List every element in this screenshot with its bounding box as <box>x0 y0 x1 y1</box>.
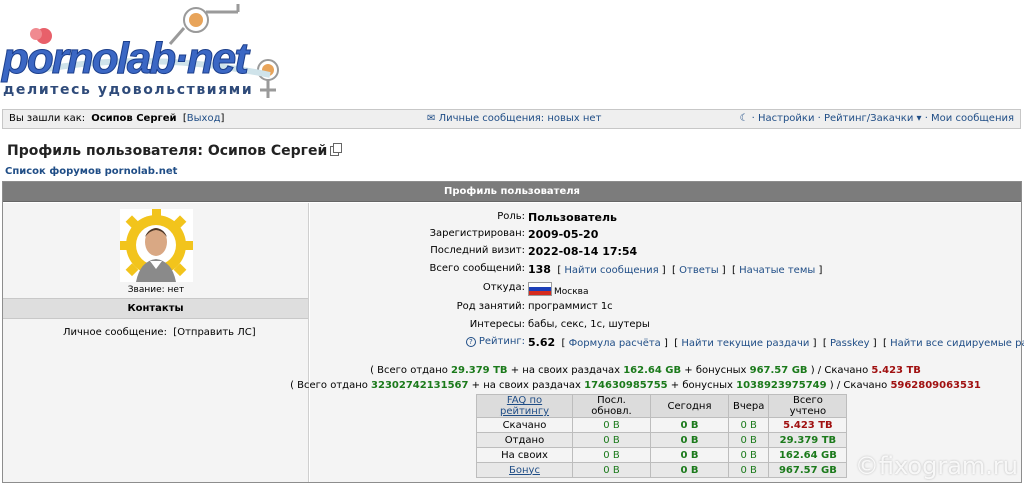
copy-icon[interactable] <box>330 143 343 156</box>
pm-label: Личное сообщение: <box>63 327 167 338</box>
envelope-icon: ✉ <box>427 113 436 124</box>
own-uploaded-raw: 174630985755 <box>584 380 668 391</box>
total-uploaded: 29.379 TB <box>451 365 508 376</box>
pm-row: Личное сообщение: [Отправить ЛС] <box>63 327 256 338</box>
current-releases-link[interactable]: Найти текущие раздачи <box>681 338 809 349</box>
site-logo[interactable]: pornolab·net делитесь удовольствиями <box>0 0 300 104</box>
total-uploaded-raw: 32302742131567 <box>371 380 469 391</box>
profile-sidebar: Звание: нет Контакты Личное сообщение: [… <box>3 203 309 482</box>
col-last-update: Посл. обновл. <box>572 394 651 418</box>
forum-list-link[interactable]: Список форумов pornolab.net <box>5 166 177 177</box>
avatar <box>120 209 193 282</box>
col-today: Сегодня <box>650 394 729 418</box>
user-menu: ☾ · Настройки · Рейтинг/Закачки ▾ · Мои … <box>739 113 1014 124</box>
faq-rating-link[interactable]: FAQ по рейтингу <box>500 395 549 417</box>
rating-row: ? Рейтинг: 5.62 [ Формула расчёта ] [ Най… <box>310 336 1024 352</box>
answers-link[interactable]: Ответы <box>679 265 718 276</box>
profile-table: Профиль пользователя Звание: нет Контакт… <box>2 181 1024 483</box>
total-downloaded-raw: 5962809063531 <box>890 380 981 391</box>
passkey-link[interactable]: Passkey <box>830 338 870 349</box>
user-bar: Вы зашли как: Осипов Сергей [Выход] ✉ Лич… <box>2 109 1021 129</box>
bonus-link[interactable]: Бонус <box>509 465 540 476</box>
location-row: Откуда: Москва <box>310 282 1021 298</box>
last-visit-value: 2022-08-14 17:54 <box>528 245 638 258</box>
own-uploaded: 162.64 GB <box>623 365 682 376</box>
interests-value: бабы, секс, 1с, шутеры <box>528 319 650 330</box>
user-rank: Звание: нет <box>127 285 185 295</box>
registered-label: Зарегистрирован: <box>429 228 525 239</box>
page-title: Профиль пользователя: Осипов Сергей <box>7 143 343 159</box>
last-visit-row: Последний визит: 2022-08-14 17:54 <box>310 245 1021 261</box>
row-label: Отдано <box>476 432 573 448</box>
bonus-uploaded-raw: 1038923975749 <box>736 380 827 391</box>
col-yesterday: Вчера <box>727 394 770 418</box>
interests-row: Интересы: бабы, секс, 1с, шутеры <box>310 319 1021 335</box>
location-value: Москва <box>554 287 589 297</box>
logo-tagline: делитесь удовольствиями <box>3 82 254 98</box>
role-row: Роль: Пользователь <box>310 211 1021 227</box>
totals-raw: ( Всего отдано 32302742131567 + на своих… <box>290 380 981 391</box>
role-value: Пользователь <box>528 211 617 224</box>
private-messages-link[interactable]: Личные сообщения: новых нет <box>439 113 602 124</box>
logo-text: pornolab·net <box>2 34 250 84</box>
total-downloaded: 5.423 TB <box>871 365 921 376</box>
logout-link[interactable]: Выход <box>187 113 221 124</box>
occupation-value: программист 1с <box>528 301 613 312</box>
row-label: На своих <box>476 447 573 463</box>
row-label: Скачано <box>476 417 573 433</box>
interests-label: Интересы: <box>469 319 525 330</box>
logged-as-label: Вы зашли как: <box>9 113 86 124</box>
rating-label[interactable]: Рейтинг: <box>479 336 525 347</box>
page-title-text: Профиль пользователя: Осипов Сергей <box>7 143 328 159</box>
registered-value: 2009-05-20 <box>528 228 599 241</box>
last-visit-label: Последний визит: <box>430 245 525 256</box>
profile-header: Профиль пользователя <box>3 182 1021 202</box>
registered-row: Зарегистрирован: 2009-05-20 <box>310 228 1021 244</box>
rating-stats-table: FAQ по рейтингу Посл. обновл. Сегодня Вч… <box>476 394 848 478</box>
role-label: Роль: <box>497 211 525 222</box>
totals-formatted: ( Всего отдано 29.379 TB + на своих разд… <box>370 365 921 376</box>
posts-value: 138 <box>528 263 551 276</box>
seeding-link[interactable]: Найти все сидируемые раздачи <box>890 338 1024 349</box>
rating-value: 5.62 <box>528 336 556 349</box>
location-label: Откуда: <box>482 282 525 293</box>
send-pm-link[interactable]: Отправить ЛС <box>177 327 252 338</box>
posts-label: Всего сообщений: <box>429 263 525 274</box>
formula-link[interactable]: Формула расчёта <box>569 338 661 349</box>
username: Осипов Сергей <box>91 113 177 124</box>
table-row: Бонус 0 B 0 B 0 B 967.57 GB <box>476 462 848 478</box>
contacts-header: Контакты <box>3 298 308 319</box>
occupation-label: Род занятий: <box>456 301 525 312</box>
user-menu-links[interactable]: · Настройки · Рейтинг/Закачки ▾ · Мои со… <box>752 113 1014 124</box>
bonus-uploaded: 967.57 GB <box>749 365 808 376</box>
private-messages[interactable]: ✉ Личные сообщения: новых нет <box>427 113 601 124</box>
watermark: ©fixogram.ru <box>854 452 1018 480</box>
col-total: Всего учтено <box>768 394 848 418</box>
russia-flag-icon <box>528 282 552 296</box>
stats-header-row: FAQ по рейтингу Посл. обновл. Сегодня Вч… <box>476 394 848 418</box>
topics-link[interactable]: Начатые темы <box>739 265 815 276</box>
table-row: Отдано 0 B 0 B 0 B 29.379 TB <box>476 432 848 448</box>
table-row: Скачано 0 B 0 B 0 B 5.423 TB <box>476 417 848 433</box>
posts-row: Всего сообщений: 138 [ Найти сообщения ]… <box>429 263 823 276</box>
table-row: На своих 0 B 0 B 0 B 162.64 GB <box>476 447 848 463</box>
moon-icon[interactable]: ☾ <box>739 113 748 124</box>
occupation-row: Род занятий: программист 1с <box>310 301 1021 317</box>
login-status: Вы зашли как: Осипов Сергей [Выход] <box>9 113 225 124</box>
find-posts-link[interactable]: Найти сообщения <box>564 265 658 276</box>
profile-details: Роль: Пользователь Зарегистрирован: 2009… <box>290 203 1024 482</box>
help-icon[interactable]: ? <box>465 337 476 347</box>
